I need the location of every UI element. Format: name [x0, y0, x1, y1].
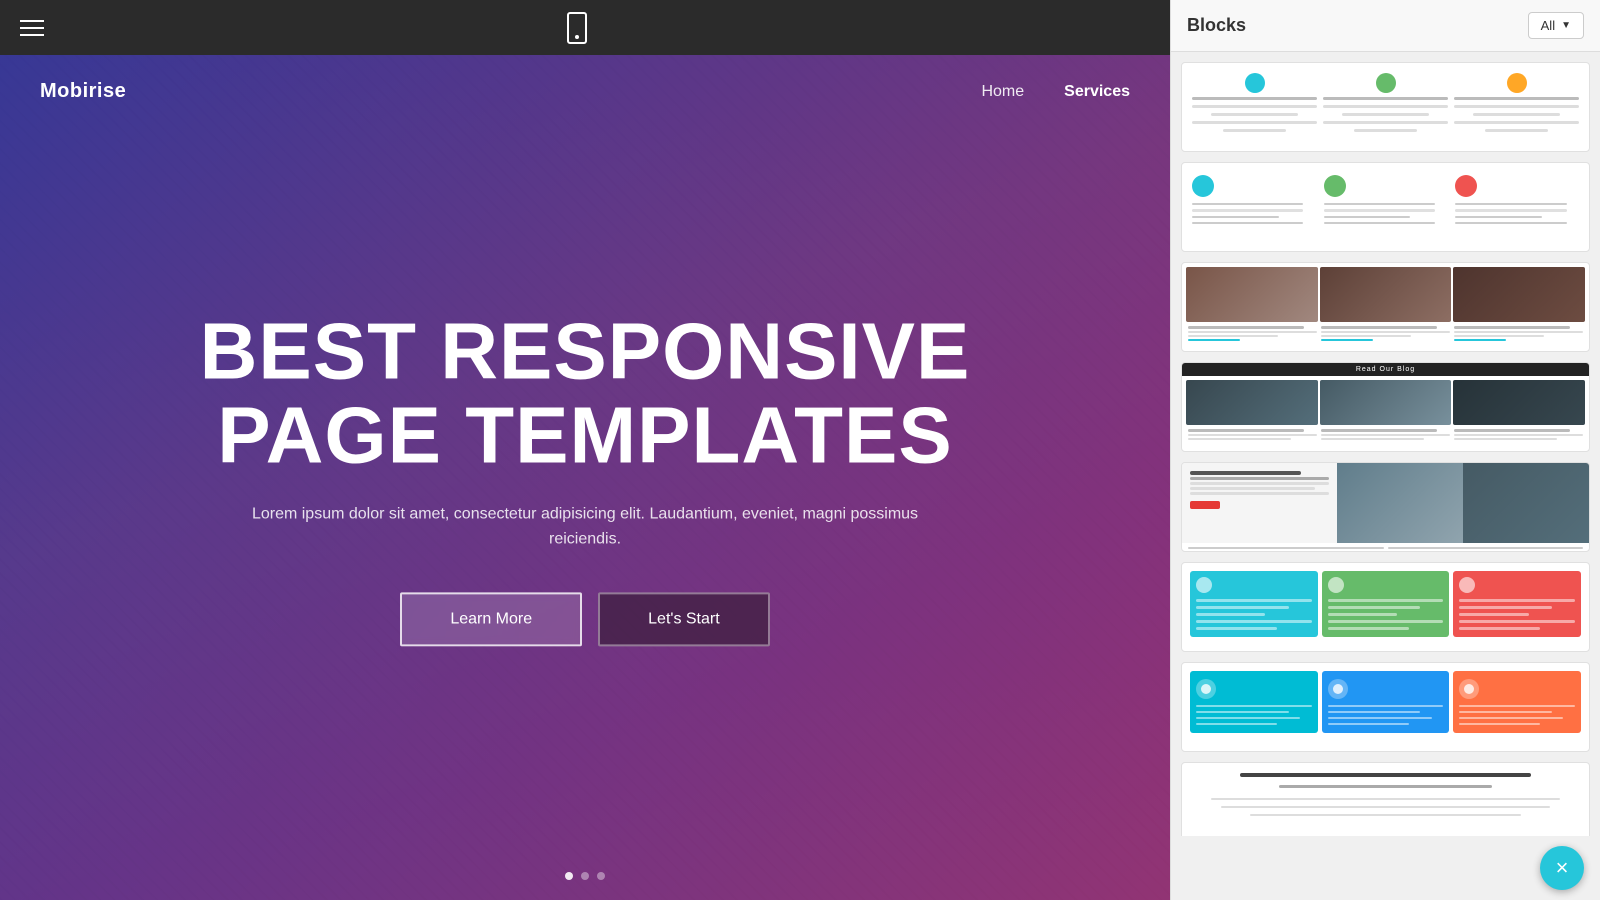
- circle-icon-3: [1455, 175, 1477, 197]
- green-icon-2: [1376, 73, 1396, 93]
- block2-item-1: [1192, 175, 1316, 225]
- dot-2[interactable]: [581, 872, 589, 880]
- block2-item-3: [1455, 175, 1579, 225]
- nav-links: Home Services: [981, 83, 1130, 101]
- tbo-icon-1: [1196, 679, 1216, 699]
- dev-photo-2: [1463, 463, 1589, 543]
- editor-area: Mobirise Home Services BEST RESPONSIVE P…: [0, 0, 1170, 900]
- block-thumb-2[interactable]: [1181, 162, 1590, 252]
- blog-photo-1: [1186, 380, 1318, 425]
- blog-header: Read Our Blog: [1182, 363, 1589, 376]
- block8-subtitle: [1279, 785, 1492, 788]
- tbo-card-2: [1322, 671, 1450, 733]
- panel-title: Blocks: [1187, 15, 1246, 36]
- right-panel: Blocks All ▼: [1170, 0, 1600, 900]
- teal-icon-1: [1245, 73, 1265, 93]
- tbo-icon-2: [1328, 679, 1348, 699]
- block-thumb-5[interactable]: [1181, 462, 1590, 552]
- hero-content: BEST RESPONSIVE PAGE TEMPLATES Lorem ips…: [135, 309, 1035, 646]
- filter-button[interactable]: All ▼: [1528, 12, 1584, 39]
- block-item-3: [1454, 73, 1579, 133]
- colored-card-3: [1453, 571, 1581, 637]
- photo-1: [1186, 267, 1318, 322]
- carousel-dots: [565, 872, 605, 880]
- card-icon-2: [1328, 577, 1344, 593]
- blog-photo-2: [1320, 380, 1452, 425]
- tbo-card-3: [1453, 671, 1581, 733]
- block-thumb-4[interactable]: Read Our Blog: [1181, 362, 1590, 452]
- nav-bar: Mobirise Home Services: [0, 55, 1170, 128]
- hero-buttons: Learn More Let's Start: [135, 592, 1035, 646]
- dev-text-col: [1182, 463, 1337, 543]
- chevron-down-icon: ▼: [1561, 20, 1571, 31]
- tbo-icon-3: [1459, 679, 1479, 699]
- card-icon-1: [1196, 577, 1212, 593]
- block8-title: [1240, 773, 1530, 777]
- colored-card-2: [1322, 571, 1450, 637]
- block-circles-row: [1182, 163, 1589, 237]
- photo-2: [1320, 267, 1452, 322]
- learn-more-button[interactable]: Learn More: [400, 592, 582, 646]
- block-item-2: [1323, 73, 1448, 133]
- block-thumb-3[interactable]: [1181, 262, 1590, 352]
- close-panel-button[interactable]: ×: [1540, 846, 1584, 890]
- blog-photo-3: [1453, 380, 1585, 425]
- hero-title: BEST RESPONSIVE PAGE TEMPLATES: [135, 309, 1035, 477]
- mobile-preview-icon[interactable]: [567, 12, 587, 44]
- card-icon-3: [1459, 577, 1475, 593]
- tbo-card-1: [1190, 671, 1318, 733]
- blocks-list: Read Our Blog: [1171, 52, 1600, 836]
- dot-3[interactable]: [597, 872, 605, 880]
- panel-header: Blocks All ▼: [1171, 0, 1600, 52]
- block-thumb-6[interactable]: [1181, 562, 1590, 652]
- nav-link-home[interactable]: Home: [981, 83, 1024, 101]
- photo-3: [1453, 267, 1585, 322]
- block-icons-row: [1182, 63, 1589, 143]
- nav-link-services[interactable]: Services: [1064, 83, 1130, 101]
- block-thumb-1[interactable]: [1181, 62, 1590, 152]
- nav-logo: Mobirise: [40, 80, 126, 103]
- hamburger-menu-icon[interactable]: [20, 20, 44, 36]
- canvas-area: Mobirise Home Services BEST RESPONSIVE P…: [0, 55, 1170, 900]
- device-preview-controls: [567, 12, 587, 44]
- colored-card-1: [1190, 571, 1318, 637]
- circle-icon-2: [1324, 175, 1346, 197]
- website-preview: Mobirise Home Services BEST RESPONSIVE P…: [0, 55, 1170, 900]
- block-item-1: [1192, 73, 1317, 133]
- red-badge: [1190, 501, 1220, 509]
- block-thumb-7[interactable]: [1181, 662, 1590, 752]
- block-thumb-8[interactable]: [1181, 762, 1590, 836]
- circle-icon-1: [1192, 175, 1214, 197]
- top-toolbar: [0, 0, 1170, 55]
- orange-icon-3: [1507, 73, 1527, 93]
- lets-start-button[interactable]: Let's Start: [598, 592, 770, 646]
- hero-subtitle: Lorem ipsum dolor sit amet, consectetur …: [235, 501, 935, 552]
- dot-1[interactable]: [565, 872, 573, 880]
- dev-photo-1: [1337, 463, 1463, 543]
- block2-item-2: [1324, 175, 1448, 225]
